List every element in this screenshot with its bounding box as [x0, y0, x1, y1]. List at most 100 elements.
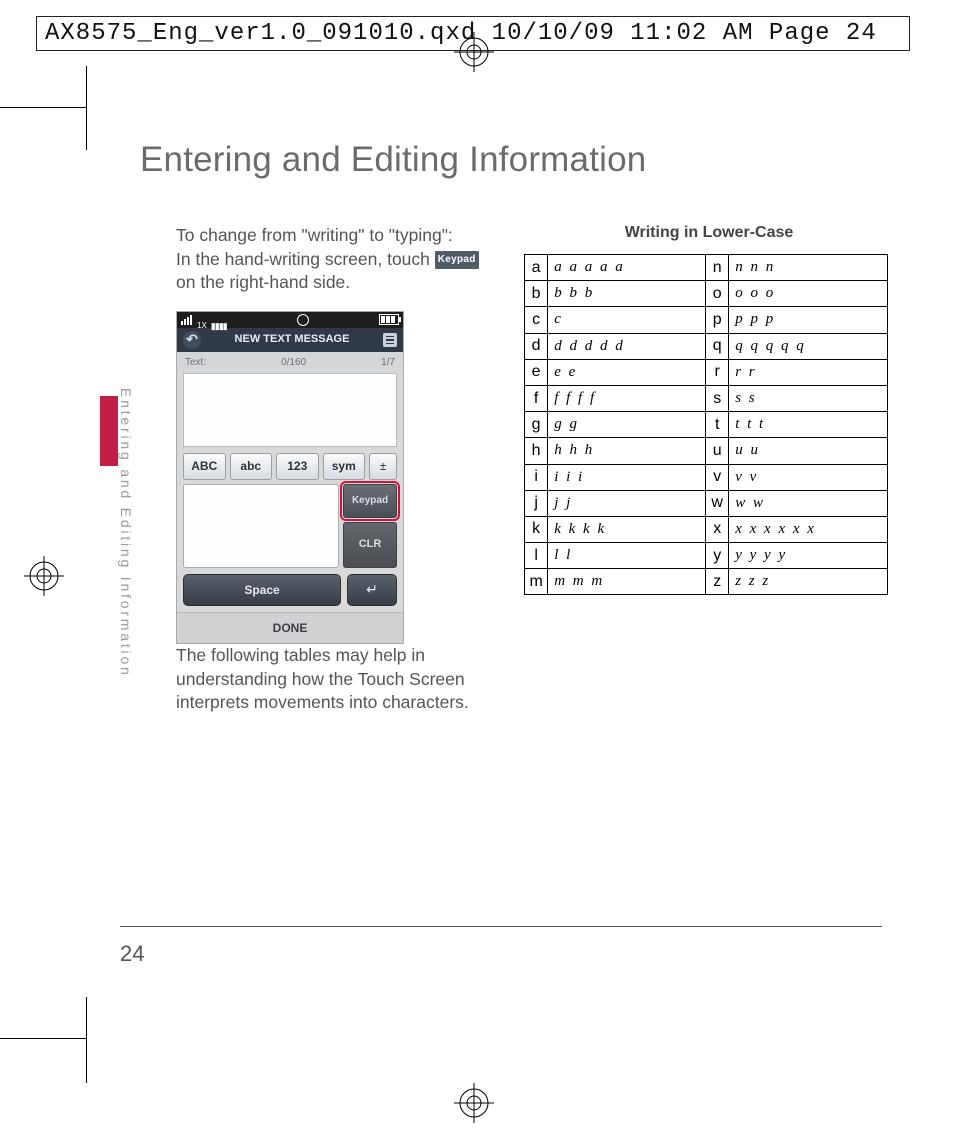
- page-title: Entering and Editing Information: [140, 140, 888, 180]
- body-text: In the hand-writing screen, touch Keypad…: [176, 248, 482, 295]
- handwriting-area[interactable]: [183, 484, 339, 568]
- table-row: ii i ivv v: [525, 464, 888, 490]
- table-row: jj jww w: [525, 490, 888, 516]
- letter-cell: z: [706, 569, 729, 595]
- letter-cell: h: [525, 438, 548, 464]
- letter-cell: i: [525, 464, 548, 490]
- strokes-cell: j j: [548, 490, 706, 516]
- table-row: bb b boo o o: [525, 281, 888, 307]
- battery-icon: [379, 314, 399, 325]
- strokes-cell: c: [548, 307, 706, 333]
- table-row: ff f f fss s: [525, 385, 888, 411]
- crop-mark: [0, 1038, 86, 1039]
- letter-cell: r: [706, 359, 729, 385]
- strokes-cell: y y y y: [729, 543, 888, 569]
- strokes-cell: m m m: [548, 569, 706, 595]
- registration-target-icon: [454, 32, 494, 72]
- strokes-cell: i i i: [548, 464, 706, 490]
- strokes-cell: w w: [729, 490, 888, 516]
- strokes-cell: t t t: [729, 412, 888, 438]
- strokes-cell: f f f f: [548, 385, 706, 411]
- phone-text-area[interactable]: [183, 373, 397, 447]
- table-row: ll lyy y y y: [525, 543, 888, 569]
- letter-cell: a: [525, 255, 548, 281]
- strokes-cell: n n n: [729, 255, 888, 281]
- strokes-cell: k k k k: [548, 516, 706, 542]
- crop-mark: [86, 997, 87, 1083]
- strokes-cell: a a a a a: [548, 255, 706, 281]
- strokes-cell: d d d d d: [548, 333, 706, 359]
- mode-btn-abc-lower[interactable]: abc: [230, 453, 273, 479]
- strokes-cell: p p p: [729, 307, 888, 333]
- registration-target-icon: [24, 556, 64, 596]
- crop-mark: [0, 107, 86, 108]
- table-row: ccpp p p: [525, 307, 888, 333]
- lowercase-strokes-table: aa a a a ann n nbb b boo o occpp p pdd d…: [524, 254, 888, 595]
- letter-cell: l: [525, 543, 548, 569]
- letter-cell: j: [525, 490, 548, 516]
- letter-cell: v: [706, 464, 729, 490]
- keypad-button[interactable]: Keypad: [343, 484, 397, 518]
- menu-icon[interactable]: [383, 333, 397, 347]
- table-row: gg gtt t t: [525, 412, 888, 438]
- letter-cell: k: [525, 516, 548, 542]
- strokes-cell: r r: [729, 359, 888, 385]
- letter-cell: w: [706, 490, 729, 516]
- strokes-cell: o o o: [729, 281, 888, 307]
- enter-button[interactable]: ↵: [347, 574, 397, 606]
- letter-cell: f: [525, 385, 548, 411]
- phone-mode-row: ABC abc 123 sym ±: [177, 447, 403, 481]
- letter-cell: b: [525, 281, 548, 307]
- mode-btn-extra[interactable]: ±: [369, 453, 397, 479]
- strokes-cell: u u: [729, 438, 888, 464]
- signal-icon: 1X ▮▮▮▮: [181, 308, 227, 332]
- letter-cell: m: [525, 569, 548, 595]
- strokes-cell: g g: [548, 412, 706, 438]
- letter-cell: e: [525, 359, 548, 385]
- space-button[interactable]: Space: [183, 574, 341, 606]
- strokes-cell: l l: [548, 543, 706, 569]
- clock-icon: [297, 314, 309, 326]
- mode-btn-sym[interactable]: sym: [323, 453, 366, 479]
- strokes-cell: h h h: [548, 438, 706, 464]
- letter-cell: s: [706, 385, 729, 411]
- letter-cell: g: [525, 412, 548, 438]
- strokes-cell: b b b: [548, 281, 706, 307]
- page-number: 24: [120, 941, 144, 967]
- table-row: ee err r: [525, 359, 888, 385]
- done-button[interactable]: DONE: [177, 612, 403, 643]
- letter-cell: t: [706, 412, 729, 438]
- phone-screenshot: 1X ▮▮▮▮ ↶ NEW TEXT MESSAGE Text: 0/160 1…: [176, 311, 404, 644]
- letter-cell: x: [706, 516, 729, 542]
- table-row: dd d d d dqq q q q q: [525, 333, 888, 359]
- table-row: kk k k kxx x x x x x: [525, 516, 888, 542]
- strokes-cell: q q q q q: [729, 333, 888, 359]
- phone-counter-row: Text: 0/160 1/7: [177, 352, 403, 374]
- strokes-cell: x x x x x x: [729, 516, 888, 542]
- body-text: To change from "writing" to "typing":: [176, 224, 482, 248]
- footer-rule: [120, 926, 882, 927]
- back-icon[interactable]: ↶: [183, 331, 201, 349]
- registration-target-icon: [454, 1083, 494, 1123]
- text-label: Text:: [185, 356, 206, 370]
- phone-screen-title: NEW TEXT MESSAGE: [235, 332, 350, 347]
- mode-btn-abc-upper[interactable]: ABC: [183, 453, 226, 479]
- table-row: aa a a a ann n n: [525, 255, 888, 281]
- table-heading: Writing in Lower-Case: [530, 224, 888, 242]
- letter-cell: c: [525, 307, 548, 333]
- letter-cell: o: [706, 281, 729, 307]
- strokes-cell: e e: [548, 359, 706, 385]
- right-column: Writing in Lower-Case aa a a a ann n nbb…: [520, 224, 888, 715]
- strokes-cell: z z z: [729, 569, 888, 595]
- table-row: mm m mzz z z: [525, 569, 888, 595]
- clr-button[interactable]: CLR: [343, 522, 397, 568]
- body-text-fragment: In the hand-writing screen, touch: [176, 249, 430, 269]
- keypad-inline-icon: Keypad: [435, 251, 479, 269]
- letter-cell: u: [706, 438, 729, 464]
- page-counter: 1/7: [381, 356, 395, 370]
- letter-cell: y: [706, 543, 729, 569]
- strokes-cell: v v: [729, 464, 888, 490]
- body-text: The following tables may help in underst…: [176, 644, 482, 715]
- mode-btn-123[interactable]: 123: [276, 453, 319, 479]
- char-counter: 0/160: [281, 356, 306, 370]
